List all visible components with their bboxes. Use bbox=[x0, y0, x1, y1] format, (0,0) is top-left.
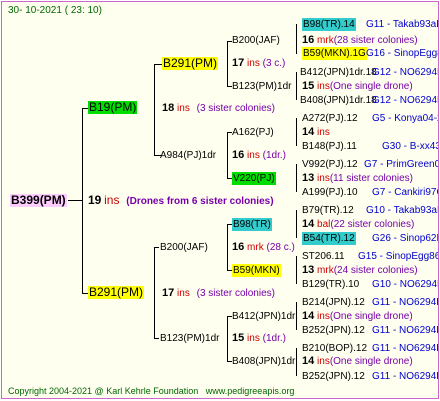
insem-gen3-3: 13 ins(11 sister colonies) bbox=[302, 172, 414, 184]
queen-gen3-3[interactable]: V220(PJ) bbox=[232, 172, 276, 185]
ref-gen4-7[interactable]: G7 - Cankiri97Q bbox=[372, 186, 438, 199]
connector bbox=[82, 108, 83, 294]
connector bbox=[296, 164, 297, 192]
ref-gen4-4[interactable]: G5 - Konya04-2 bbox=[372, 112, 438, 125]
queen-gen4-7[interactable]: A199(PJ).10 bbox=[302, 186, 358, 199]
root-queen[interactable]: B399(PM) bbox=[10, 194, 67, 207]
ref-gen4-14[interactable]: G11 - NO6294R bbox=[372, 342, 438, 355]
queen-gen4-2[interactable]: B412(JPN)1dr.18 bbox=[300, 66, 377, 79]
insem-gen3-2: 14 ins bbox=[302, 126, 330, 138]
copyright-text: Copyright 2004-2021 @ Karl Kehrle Founda… bbox=[8, 386, 295, 396]
insem-b19: 18 ins (3 sister colonies) bbox=[162, 102, 275, 114]
insem-gen3-6: 14 ins(One single drone) bbox=[302, 310, 413, 322]
queen-gen4-3[interactable]: B408(JPN)1dr.18 bbox=[300, 94, 377, 107]
queen-b291[interactable]: B291(PM) bbox=[88, 286, 145, 299]
ref-gen4-11[interactable]: G10 - NO6294R bbox=[372, 278, 438, 291]
insem-gen3-5: 13 mrk(24 sister colonies) bbox=[302, 264, 418, 276]
queen-gen4-13[interactable]: B252(JPN).12 bbox=[302, 324, 365, 337]
queen-gen4-12[interactable]: B214(JPN).12 bbox=[302, 296, 365, 309]
queen-gen4-10[interactable]: ST206.11 bbox=[302, 250, 345, 263]
connector bbox=[154, 247, 159, 248]
queen-gen4-8[interactable]: B79(TR).12 bbox=[302, 204, 354, 217]
ref-gen4-12[interactable]: G11 - NO6294R bbox=[372, 296, 438, 309]
queen-gen4-6[interactable]: V992(PJ).12 bbox=[302, 158, 358, 171]
insem-gen2-0: 17 ins (3 c.) bbox=[232, 57, 286, 69]
connector bbox=[68, 200, 82, 201]
connector bbox=[154, 64, 155, 156]
queen-gen3-5[interactable]: B59(MKN) bbox=[232, 264, 281, 277]
queen-gen3-2[interactable]: A162(PJ) bbox=[232, 126, 274, 139]
connector bbox=[296, 348, 297, 376]
queen-gen3-0[interactable]: B200(JAF) bbox=[232, 34, 280, 47]
queen-gen4-0[interactable]: B98(TR).14 bbox=[302, 18, 356, 31]
insem-gen3-0: 16 mrk(28 sister colonies) bbox=[302, 34, 418, 46]
ref-gen4-8[interactable]: G10 - Takab93aR bbox=[366, 204, 438, 217]
insem-b291: 17 ins (3 sister colonies) bbox=[162, 287, 275, 299]
connector bbox=[227, 224, 228, 271]
connector bbox=[154, 64, 162, 65]
queen-gen4-15[interactable]: B252(JPN).12 bbox=[302, 370, 365, 383]
connector bbox=[296, 24, 297, 54]
ref-gen4-5[interactable]: G30 - B-xx43 bbox=[382, 140, 438, 153]
insem-gen3-4: 14 bal(22 sister colonies) bbox=[302, 218, 415, 230]
queen-gen2-0[interactable]: B291(PM) bbox=[162, 57, 219, 70]
queen-gen3-1[interactable]: B123(PM)1dr bbox=[232, 80, 291, 93]
ref-gen4-2[interactable]: G12 - NO6294R bbox=[372, 66, 438, 79]
connector bbox=[296, 118, 297, 146]
insem-gen3-7: 14 ins(One single drone) bbox=[302, 355, 413, 367]
queen-gen2-3[interactable]: B123(PM)1dr bbox=[160, 332, 219, 345]
ref-gen4-13[interactable]: G11 - NO6294R bbox=[372, 324, 438, 337]
connector bbox=[296, 72, 297, 100]
queen-gen4-1[interactable]: B59(MKN).1G bbox=[302, 47, 367, 60]
root-insem: 19 ins (Drones from 6 sister colonies) bbox=[88, 193, 274, 208]
queen-gen3-6[interactable]: B412(JPN)1dr bbox=[232, 310, 295, 323]
queen-gen4-4[interactable]: A272(PJ).12 bbox=[302, 112, 358, 125]
insem-gen2-1: 16 ins (1dr.) bbox=[232, 149, 286, 161]
queen-gen4-14[interactable]: B210(BOP).12 bbox=[302, 342, 367, 355]
ref-gen4-15[interactable]: G11 - NO6294R bbox=[372, 370, 438, 383]
pedigree-chart: 30- 10-2021 ( 23: 10) B399(PM) 19 ins (D… bbox=[1, 1, 439, 399]
ref-gen4-6[interactable]: G7 - PrimGreen00 bbox=[364, 158, 438, 171]
ref-gen4-3[interactable]: G12 - NO6294R bbox=[372, 94, 438, 107]
insem-gen3-1: 15 ins(One single drone) bbox=[302, 80, 413, 92]
connector bbox=[227, 316, 228, 362]
connector bbox=[296, 256, 297, 284]
connector bbox=[227, 132, 228, 179]
ref-gen4-9[interactable]: G26 - Sinop62R bbox=[372, 232, 438, 245]
queen-gen3-4[interactable]: B98(TR) bbox=[232, 218, 272, 231]
connector bbox=[296, 210, 297, 238]
connector bbox=[154, 247, 155, 339]
queen-gen3-7[interactable]: B408(JPN)1dr bbox=[232, 355, 295, 368]
queen-gen4-5[interactable]: B148(PJ).11 bbox=[302, 140, 357, 153]
connector bbox=[296, 302, 297, 330]
queen-b19[interactable]: B19(PM) bbox=[88, 101, 138, 114]
ref-gen4-0[interactable]: G11 - Takab93aR bbox=[366, 18, 438, 31]
date-stamp: 30- 10-2021 ( 23: 10) bbox=[8, 5, 102, 16]
queen-gen4-9[interactable]: B54(TR).12 bbox=[302, 232, 356, 245]
connector bbox=[227, 41, 228, 87]
ref-gen4-1[interactable]: G16 - SinopEgg86R bbox=[366, 47, 438, 60]
insem-gen2-3: 15 ins (1dr.) bbox=[232, 332, 286, 344]
connector bbox=[154, 338, 159, 339]
queen-gen4-11[interactable]: B129(TR).10 bbox=[302, 278, 359, 291]
ref-gen4-10[interactable]: G15 - SinopEgg86R bbox=[358, 250, 438, 263]
queen-gen2-1[interactable]: A984(PJ)1dr bbox=[160, 149, 216, 162]
site-link[interactable]: www.pedigreeapis.org bbox=[206, 386, 295, 396]
insem-gen2-2: 16 mrk (28 c.) bbox=[232, 241, 295, 253]
queen-gen2-2[interactable]: B200(JAF) bbox=[160, 241, 208, 254]
